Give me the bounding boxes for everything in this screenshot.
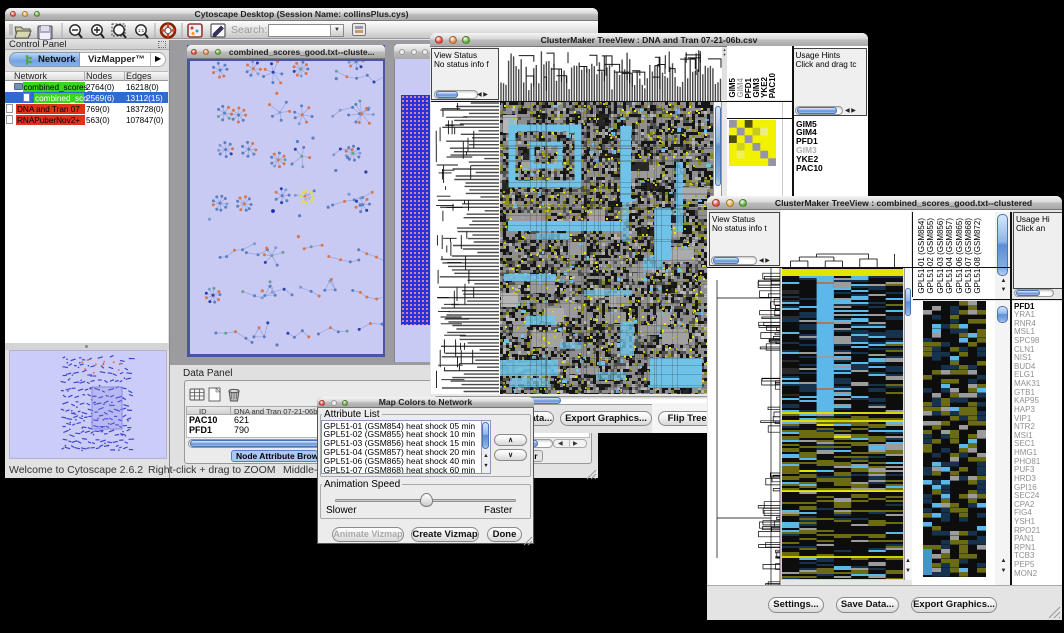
svg-text:1:1: 1:1 xyxy=(138,28,145,33)
